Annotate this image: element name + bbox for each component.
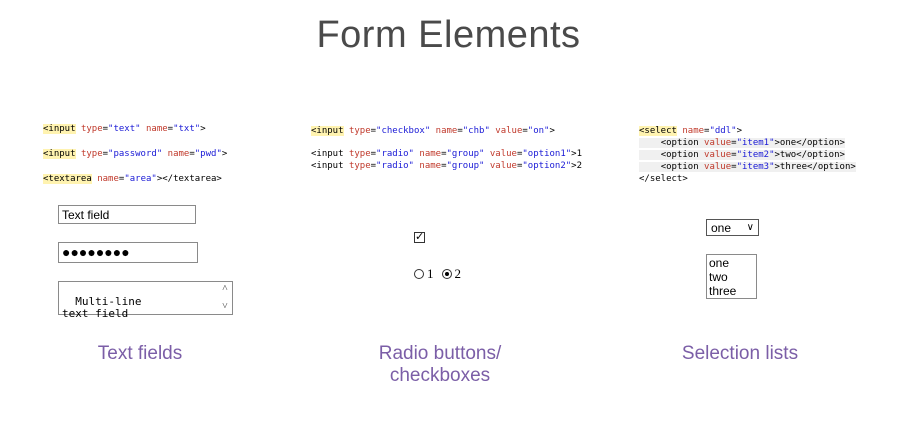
chevron-down-icon[interactable]: ∨ — [747, 222, 754, 233]
code-textarea: <textarea name="area"></textarea> — [43, 174, 222, 184]
radio-label-2: 2 — [454, 266, 462, 281]
radio-option-1[interactable] — [414, 269, 424, 279]
textarea-value: Multi-line text field — [62, 295, 142, 320]
textarea-demo[interactable]: Multi-line text field ˄ ˅ — [58, 281, 233, 320]
radio-option-2[interactable] — [441, 269, 452, 279]
list-item[interactable]: three — [709, 284, 754, 298]
code-radio-2: <input type="radio" name="group" value="… — [311, 161, 583, 171]
scroll-up-icon[interactable]: ˄ — [222, 282, 228, 296]
code-input-text: <input type="text" name="txt"> — [43, 124, 206, 134]
password-field-demo[interactable]: ●●●●●●●● — [58, 242, 198, 263]
caption-selection-lists: Selection lists — [681, 343, 799, 364]
list-item[interactable]: two — [709, 270, 754, 284]
radio-label-1: 1 — [427, 266, 434, 281]
scroll-down-icon[interactable]: ˅ — [222, 300, 228, 314]
code-select: <select name="ddl"> <option value="item1… — [639, 126, 856, 184]
code-input-password: <input type="password" name="pwd"> — [43, 149, 228, 159]
caption-line-1: Radio buttons/ — [378, 343, 502, 364]
dropdown-demo[interactable]: one ∨ — [706, 219, 759, 236]
check-icon: ✓ — [415, 231, 425, 243]
listbox-demo[interactable]: one two three — [706, 254, 757, 299]
text-field-demo[interactable]: Text field — [58, 205, 196, 224]
code-checkbox: <input type="checkbox" name="chb" value=… — [311, 126, 555, 136]
caption-radio-checkbox: Radio buttons/ checkboxes — [330, 343, 550, 387]
dropdown-value: one — [711, 220, 732, 235]
textarea-scrollbar[interactable]: ˄ ˅ — [218, 282, 232, 314]
radio-group-demo: 1 2 — [414, 266, 469, 282]
code-radio-1: <input type="radio" name="group" value="… — [311, 149, 583, 159]
caption-text-fields: Text fields — [97, 343, 183, 364]
caption-line-2: checkboxes — [389, 365, 491, 386]
list-item[interactable]: one — [709, 256, 754, 270]
checkbox-demo[interactable]: ✓ — [414, 232, 425, 243]
page-title: Form Elements — [316, 14, 581, 56]
